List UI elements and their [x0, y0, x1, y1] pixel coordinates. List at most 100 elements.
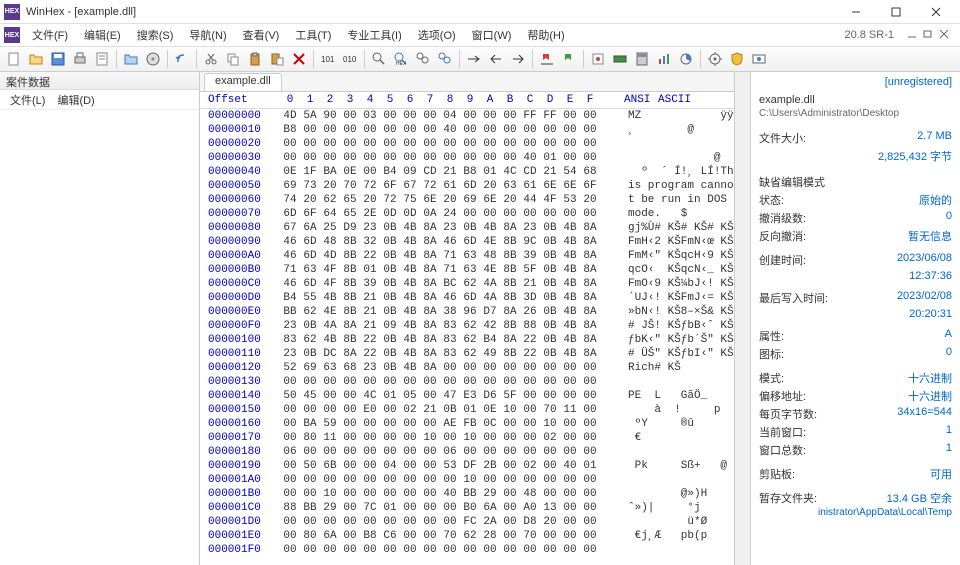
hex-bytes[interactable]: 742062652072756E20696E20444F5320: [280, 193, 600, 207]
hex-row[interactable]: 0000013000000000000000000000000000000000: [200, 375, 734, 389]
hex-col-header[interactable]: 1: [300, 94, 320, 106]
hex-ascii[interactable]: t be run in DOS: [600, 193, 734, 207]
hex-offset[interactable]: 00000000: [200, 109, 280, 123]
hex-offset[interactable]: 00000140: [200, 389, 280, 403]
hex-offset[interactable]: 00000020: [200, 137, 280, 151]
hex-bytes[interactable]: 00000000000000000000000000000000: [280, 543, 600, 557]
hex-offset[interactable]: 000001F0: [200, 543, 280, 557]
hex-row[interactable]: 0000002000000000000000000000000000000000: [200, 137, 734, 151]
disk-analyze-icon[interactable]: [676, 49, 696, 69]
binary-101-icon[interactable]: 101: [318, 49, 338, 69]
close-button[interactable]: [916, 0, 956, 24]
hex-bytes[interactable]: 4D5A90000300000004000000FFFF0000: [280, 109, 600, 123]
hex-ascii[interactable]: ´UJ‹! KŠFmJ‹= KŠ: [600, 291, 734, 305]
hex-offset[interactable]: 000000A0: [200, 249, 280, 263]
hex-row[interactable]: 000000004D5A90000300000004000000FFFF0000…: [200, 109, 734, 123]
hex-row[interactable]: 000000B071634F8B010B4B8A71634E8B5F0B4B8A…: [200, 263, 734, 277]
hex-offset[interactable]: 000000F0: [200, 319, 280, 333]
hex-col-header[interactable]: E: [560, 94, 580, 106]
hex-col-header[interactable]: 5: [380, 94, 400, 106]
hex-offset[interactable]: 00000180: [200, 445, 280, 459]
hex-bytes[interactable]: 466D4D8B220B4B8A7163488B390B4B8A: [280, 249, 600, 263]
hex-bytes[interactable]: 88BB29007C01000000B06A00A0130000: [280, 501, 600, 515]
hex-view[interactable]: Offset 0123456789ABCDEF ANSIASCII 000000…: [200, 92, 734, 565]
paste-icon[interactable]: [245, 49, 265, 69]
hex-row[interactable]: 0000010083624B8B220B4B8A8362B48A220B4B8A…: [200, 333, 734, 347]
hex-offset[interactable]: 00000070: [200, 207, 280, 221]
hex-col-header[interactable]: 6: [400, 94, 420, 106]
menu-search[interactable]: 搜索(S): [129, 25, 182, 45]
hex-ascii[interactable]: »bN‹! KŠ8–×Š& KŠ: [600, 305, 734, 319]
hex-ascii[interactable]: # ÜŠ" KŠƒbI‹" KŠ: [600, 347, 734, 361]
hex-ascii[interactable]: ü*Ø: [600, 515, 707, 529]
hex-row[interactable]: 0000015000000000E00002210B010E1000701100…: [200, 403, 734, 417]
hex-ascii[interactable]: [600, 445, 628, 459]
hex-row[interactable]: 000001F000000000000000000000000000000000: [200, 543, 734, 557]
hex-col-header[interactable]: 2: [320, 94, 340, 106]
find-multi-hex-icon[interactable]: [435, 49, 455, 69]
menu-specialist[interactable]: 专业工具(I): [339, 25, 409, 45]
hex-row[interactable]: 000000A0466D4D8B220B4B8A7163488B390B4B8A…: [200, 249, 734, 263]
hex-row[interactable]: 000000F0230B4A8A21094B8A8362428B880B4B8A…: [200, 319, 734, 333]
vertical-scrollbar[interactable]: [734, 72, 750, 565]
hex-row[interactable]: 0000003000000000000000000000000040010000…: [200, 151, 734, 165]
copy-icon[interactable]: [223, 49, 243, 69]
hex-col-header[interactable]: 9: [460, 94, 480, 106]
hex-offset[interactable]: 00000030: [200, 151, 280, 165]
case-menu-edit[interactable]: 编辑(D): [51, 90, 100, 110]
menu-file[interactable]: 文件(F): [24, 25, 76, 45]
hex-row[interactable]: 00000110230BDC8A220B4B8A8362498B220B4B8A…: [200, 347, 734, 361]
hex-column-headers[interactable]: 0123456789ABCDEF: [280, 94, 600, 106]
hex-ascii[interactable]: Pk Sß+ @: [600, 459, 727, 473]
hex-bytes[interactable]: B8000000000000004000000000000000: [280, 123, 600, 137]
hex-bytes[interactable]: 52696368230B4B8A0000000000000000: [280, 361, 600, 375]
hex-row[interactable]: 0000016000BA590000000000AEFB0C0000100000…: [200, 417, 734, 431]
position-manager-icon[interactable]: [588, 49, 608, 69]
paste-new-icon[interactable]: [267, 49, 287, 69]
hex-ascii[interactable]: # JŠ! KŠƒbB‹ˆ KŠ: [600, 319, 734, 333]
go-offset-icon[interactable]: [464, 49, 484, 69]
hex-col-header[interactable]: 4: [360, 94, 380, 106]
hex-row[interactable]: 0000018006000000000000000600000000000000: [200, 445, 734, 459]
hex-col-header[interactable]: F: [580, 94, 600, 106]
open-folder-icon[interactable]: [121, 49, 141, 69]
hex-ascii[interactable]: qcO‹ KŠqcN‹_ KŠ: [600, 263, 734, 277]
mdi-close-icon[interactable]: [938, 28, 952, 42]
hex-ascii[interactable]: [600, 473, 628, 487]
hex-offset[interactable]: 000001D0: [200, 515, 280, 529]
hex-bytes[interactable]: 000000000000000000FC2A00D8200000: [280, 515, 600, 529]
find-hex-icon[interactable]: HEX: [391, 49, 411, 69]
set-marker-icon[interactable]: [559, 49, 579, 69]
disk-icon[interactable]: [143, 49, 163, 69]
hex-ascii[interactable]: €j¸Æ pb(p: [600, 529, 707, 543]
hex-ascii[interactable]: ˆ»)| °j: [600, 501, 714, 515]
hex-bytes[interactable]: B4554B8B210B4B8A466D4A8B3D0B4B8A: [280, 291, 600, 305]
hex-offset[interactable]: 00000090: [200, 235, 280, 249]
hex-offset[interactable]: 00000160: [200, 417, 280, 431]
offset-header[interactable]: Offset: [200, 94, 280, 106]
hex-bytes[interactable]: 00506B000004000053DF2B0002004001: [280, 459, 600, 473]
hex-ascii[interactable]: FmM‹" KŠqcH‹9 KŠ: [600, 249, 734, 263]
print-icon[interactable]: [70, 49, 90, 69]
hex-offset[interactable]: 00000120: [200, 361, 280, 375]
hex-offset[interactable]: 00000050: [200, 179, 280, 193]
options-general-icon[interactable]: [705, 49, 725, 69]
menu-edit[interactable]: 编辑(E): [76, 25, 129, 45]
hex-offset[interactable]: 000000C0: [200, 277, 280, 291]
menu-view[interactable]: 查看(V): [235, 25, 288, 45]
hex-row[interactable]: 000001E000806A00B8C600007062280070000000…: [200, 529, 734, 543]
options-viewer-icon[interactable]: [749, 49, 769, 69]
options-security-icon[interactable]: [727, 49, 747, 69]
hex-row[interactable]: 000000400E1FBA0E00B409CD21B8014CCD215468…: [200, 165, 734, 179]
hex-offset[interactable]: 00000010: [200, 123, 280, 137]
hex-bytes[interactable]: 466D488B320B4B8A466D4E8B9C0B4B8A: [280, 235, 600, 249]
minimize-button[interactable]: [836, 0, 876, 24]
hex-row[interactable]: 000000C0466D4F8B390B4B8ABC624A8B210B4B8A…: [200, 277, 734, 291]
hex-bytes[interactable]: 230BDC8A220B4B8A8362498B220B4B8A: [280, 347, 600, 361]
hex-bytes[interactable]: 00000000E00002210B010E1000701100: [280, 403, 600, 417]
hex-col-header[interactable]: D: [540, 94, 560, 106]
hex-ascii[interactable]: ƒbK‹" KŠƒb´Š" KŠ: [600, 333, 734, 347]
hex-ascii[interactable]: @: [600, 151, 720, 165]
hex-offset[interactable]: 00000040: [200, 165, 280, 179]
hex-offset[interactable]: 00000100: [200, 333, 280, 347]
